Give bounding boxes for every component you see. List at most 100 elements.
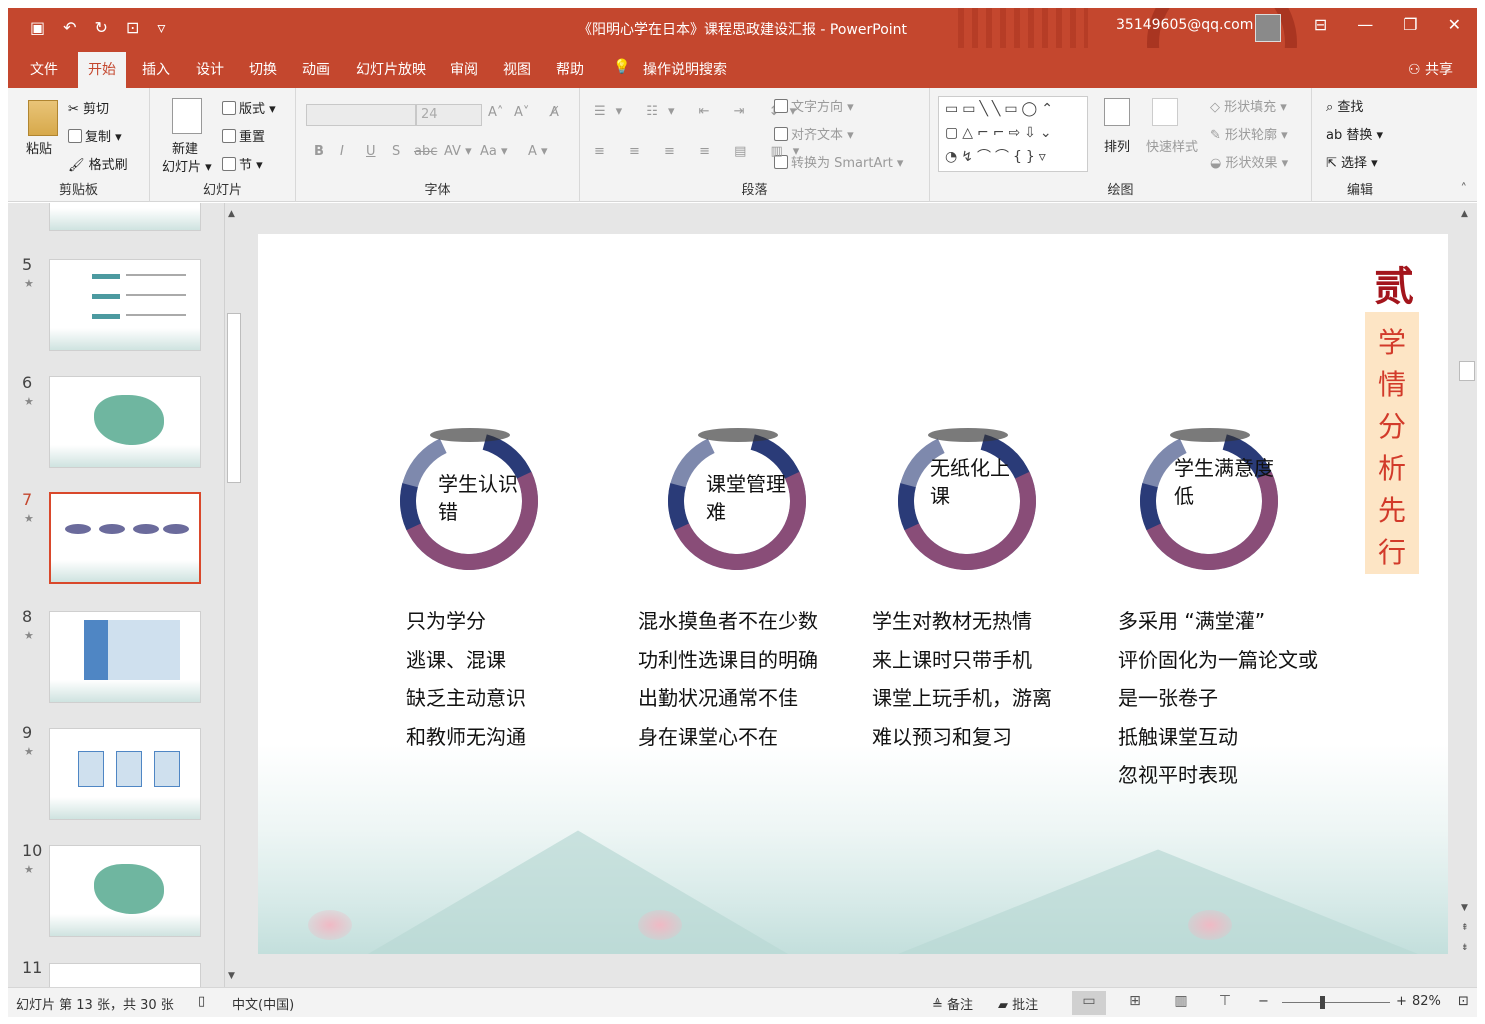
tab-home[interactable]: 开始	[78, 52, 126, 88]
new-slide-dropdown[interactable]: 幻灯片 ▾	[162, 156, 212, 175]
animation-star-icon: ★	[24, 277, 34, 290]
cut-button[interactable]: ✂ 剪切	[68, 98, 109, 117]
tab-slideshow[interactable]: 幻灯片放映	[356, 59, 426, 79]
copy-button[interactable]: 复制 ▾	[68, 126, 122, 145]
reset-button[interactable]: 重置	[222, 126, 265, 145]
shape-effects-button[interactable]: ◒ 形状效果 ▾	[1210, 152, 1288, 171]
shadow-button[interactable]: S	[392, 144, 400, 159]
paragraph-label: 段落	[741, 183, 768, 198]
section-icon	[222, 157, 236, 171]
scroll-up-icon[interactable]: ▲	[1461, 209, 1468, 219]
account-name[interactable]: 35149605@qq.com	[1116, 17, 1253, 33]
thumbnail-scrollbar[interactable]: ▲ ▼	[224, 203, 243, 987]
paste-button[interactable]: 粘贴	[26, 138, 52, 157]
slide-thumbnail-6[interactable]	[49, 376, 201, 468]
slide-thumbnail-9[interactable]	[49, 728, 201, 820]
slide-sorter-button[interactable]: ⊞	[1118, 991, 1152, 1015]
ribbon-display-icon[interactable]: ⊟	[1314, 15, 1327, 34]
scroll-down-icon[interactable]: ▼	[1461, 903, 1468, 913]
previous-slide-icon[interactable]: ⇞	[1461, 923, 1469, 933]
layout-button[interactable]: 版式 ▾	[222, 98, 276, 117]
text-direction-button[interactable]: 文字方向 ▾	[774, 96, 854, 115]
new-slide-icon[interactable]	[172, 98, 202, 134]
thumbnail-pane[interactable]: 5 ★ 6 ★ 7 ★ 8 ★ 9 ★ 10 ★ 11	[8, 203, 244, 987]
reading-view-button[interactable]: ▥	[1164, 991, 1198, 1015]
quick-styles-button[interactable]: 快速样式	[1146, 136, 1198, 155]
close-icon[interactable]: ✕	[1448, 15, 1461, 34]
zoom-slider[interactable]	[1282, 1002, 1390, 1003]
fit-to-window-icon[interactable]: ⊡	[1458, 994, 1469, 1009]
section-button[interactable]: 节 ▾	[222, 154, 263, 173]
find-button[interactable]: ⌕ 查找	[1326, 96, 1363, 115]
format-painter-button[interactable]: 🖌 格式刷	[68, 154, 128, 173]
zoom-slider-thumb[interactable]	[1320, 996, 1325, 1009]
tab-insert[interactable]: 插入	[142, 59, 170, 79]
replace-button[interactable]: ab 替换 ▾	[1326, 124, 1383, 143]
tab-design[interactable]: 设计	[196, 59, 224, 79]
italic-button[interactable]: I	[340, 144, 344, 159]
scroll-up-icon[interactable]: ▲	[228, 209, 235, 219]
tab-review[interactable]: 审阅	[450, 59, 478, 79]
tab-help[interactable]: 帮助	[556, 59, 584, 79]
zoom-out-icon[interactable]: −	[1258, 994, 1269, 1009]
tab-transitions[interactable]: 切换	[249, 59, 277, 79]
align-text-button[interactable]: 对齐文本 ▾	[774, 124, 854, 143]
next-slide-icon[interactable]: ⇟	[1461, 943, 1469, 953]
underline-button[interactable]: U	[366, 144, 376, 159]
shape-outline-button[interactable]: ✎ 形状轮廓 ▾	[1210, 124, 1288, 143]
tab-view[interactable]: 视图	[503, 59, 531, 79]
comments-button[interactable]: ▰ 批注	[998, 994, 1038, 1013]
arrange-icon[interactable]	[1104, 98, 1130, 126]
restore-icon[interactable]: ❐	[1403, 15, 1417, 34]
new-slide-button[interactable]: 新建	[172, 138, 198, 157]
zoom-level[interactable]: 82%	[1412, 994, 1441, 1009]
shapes-gallery[interactable]: ▭▭╲╲▭◯⌃ ▢△⌐⌐⇨⇩⌄ ◔↯⌒⌒{}▿	[938, 96, 1088, 172]
font-group: 24 A˄ A˅ A̸ B I U S abc AV ▾ Aa ▾ A ▾ 字体	[296, 88, 580, 202]
tab-file[interactable]: 文件	[30, 59, 58, 79]
slideshow-view-button[interactable]: ⊤	[1208, 991, 1242, 1015]
slide-thumbnail-5[interactable]	[49, 259, 201, 351]
scroll-down-icon[interactable]: ▼	[228, 971, 235, 981]
slide-thumbnail-7[interactable]	[49, 492, 201, 584]
scrollbar-thumb[interactable]	[1459, 361, 1475, 381]
char-spacing-button[interactable]: AV ▾	[444, 144, 472, 159]
font-size-input[interactable]: 24	[416, 104, 482, 126]
collapse-ribbon-icon[interactable]: ˄	[1461, 182, 1468, 197]
slide-number: 6	[22, 373, 33, 392]
brush-icon: 🖌	[68, 158, 89, 173]
avatar[interactable]	[1255, 14, 1281, 42]
spellcheck-icon[interactable]: ▯	[198, 994, 205, 1009]
slide-canvas[interactable]: 贰 学 情 分 析 先 行 学生认识错 只为学分 逃课、混课 缺乏主动意识 和教…	[258, 234, 1448, 954]
slide-number: 11	[22, 958, 43, 977]
slide-thumbnail-11[interactable]	[49, 963, 201, 987]
minimize-icon[interactable]: —	[1357, 15, 1373, 34]
arrange-button[interactable]: 排列	[1104, 136, 1130, 155]
share-button[interactable]: ⚇ 共享	[1408, 59, 1453, 79]
slide-scrollbar[interactable]: ▲ ▼ ⇞ ⇟	[1457, 203, 1477, 987]
notes-button[interactable]: ≜ 备注	[932, 994, 973, 1013]
scrollbar-thumb[interactable]	[227, 313, 241, 483]
zoom-in-icon[interactable]: +	[1396, 994, 1407, 1009]
normal-view-button[interactable]: ▭	[1072, 991, 1106, 1015]
slide-thumbnail-4[interactable]	[49, 203, 201, 231]
clear-format-icon[interactable]: A̸	[550, 105, 559, 120]
shape-fill-button[interactable]: ◇ 形状填充 ▾	[1210, 96, 1287, 115]
bold-button[interactable]: B	[314, 144, 324, 159]
select-button[interactable]: ⇱ 选择 ▾	[1326, 152, 1378, 171]
shrink-font-icon[interactable]: A˅	[514, 105, 529, 120]
slide-thumbnail-10[interactable]	[49, 845, 201, 937]
tab-animations[interactable]: 动画	[302, 59, 330, 79]
language-indicator[interactable]: 中文(中国)	[232, 994, 294, 1013]
slide-thumbnail-8[interactable]	[49, 611, 201, 703]
font-color-button[interactable]: A ▾	[528, 144, 548, 159]
change-case-button[interactable]: Aa ▾	[480, 144, 508, 159]
floral-ring-2: 课堂管理难	[642, 406, 832, 596]
column-4: 多采用 “满堂灌” 评价固化为一篇论文或 是一张卷子 抵触课堂互动 忽视平时表现	[1118, 609, 1318, 787]
quick-styles-icon[interactable]	[1152, 98, 1178, 126]
font-name-input[interactable]	[306, 104, 416, 126]
align-buttons[interactable]: ≡ ≡ ≡ ≡ ▤ ▥▾	[594, 144, 809, 159]
strikethrough-button[interactable]: abc	[414, 144, 437, 159]
paste-icon[interactable]	[28, 100, 58, 136]
grow-font-icon[interactable]: A˄	[488, 105, 503, 120]
tell-me-search[interactable]: 操作说明搜索	[643, 59, 727, 79]
